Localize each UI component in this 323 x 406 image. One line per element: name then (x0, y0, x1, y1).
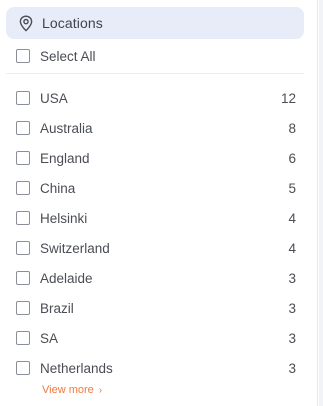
chevron-right-icon: › (98, 384, 103, 396)
view-more-label: View more (42, 384, 94, 396)
location-checkbox[interactable] (16, 301, 30, 315)
locations-list: USA 12 Australia 8 England 6 China 5 Hel… (16, 83, 296, 383)
locations-filter-panel: Locations Select All USA 12 Australia 8 … (0, 0, 318, 406)
location-count: 4 (288, 210, 296, 226)
location-option[interactable]: Switzerland 4 (16, 233, 296, 263)
location-pin-icon (18, 14, 34, 32)
location-checkbox[interactable] (16, 151, 30, 165)
location-count: 6 (288, 150, 296, 166)
location-checkbox[interactable] (16, 121, 30, 135)
location-checkbox[interactable] (16, 361, 30, 375)
location-label: Netherlands (40, 360, 113, 376)
location-checkbox[interactable] (16, 181, 30, 195)
location-count: 3 (288, 300, 296, 316)
location-count: 3 (288, 270, 296, 286)
location-checkbox[interactable] (16, 331, 30, 345)
location-option[interactable]: Brazil 3 (16, 293, 296, 323)
location-checkbox[interactable] (16, 271, 30, 285)
location-label: Adelaide (40, 270, 93, 286)
location-checkbox[interactable] (16, 211, 30, 225)
location-label: England (40, 150, 90, 166)
locations-filter-header[interactable]: Locations (6, 7, 304, 39)
location-count: 12 (280, 90, 296, 106)
select-all-checkbox[interactable] (16, 49, 30, 63)
location-label: Helsinki (40, 210, 88, 226)
location-count: 5 (288, 180, 296, 196)
location-label: USA (40, 90, 68, 106)
view-more-link[interactable]: View more › (42, 384, 102, 396)
scrollbar[interactable] (319, 0, 323, 406)
location-option[interactable]: Adelaide 3 (16, 263, 296, 293)
select-all-option[interactable]: Select All (16, 47, 96, 65)
location-option[interactable]: Australia 8 (16, 113, 296, 143)
locations-title: Locations (42, 15, 103, 31)
location-count: 8 (288, 120, 296, 136)
location-label: Brazil (40, 300, 74, 316)
location-label: SA (40, 330, 59, 346)
location-option[interactable]: SA 3 (16, 323, 296, 353)
divider (6, 73, 304, 74)
location-option[interactable]: Helsinki 4 (16, 203, 296, 233)
select-all-label: Select All (40, 48, 96, 64)
location-option[interactable]: England 6 (16, 143, 296, 173)
location-checkbox[interactable] (16, 91, 30, 105)
location-count: 4 (288, 240, 296, 256)
location-label: China (40, 180, 76, 196)
location-count: 3 (288, 330, 296, 346)
location-label: Australia (40, 120, 93, 136)
location-label: Switzerland (40, 240, 110, 256)
location-option[interactable]: Netherlands 3 (16, 353, 296, 383)
location-checkbox[interactable] (16, 241, 30, 255)
location-option[interactable]: China 5 (16, 173, 296, 203)
location-option[interactable]: USA 12 (16, 83, 296, 113)
location-count: 3 (288, 360, 296, 376)
